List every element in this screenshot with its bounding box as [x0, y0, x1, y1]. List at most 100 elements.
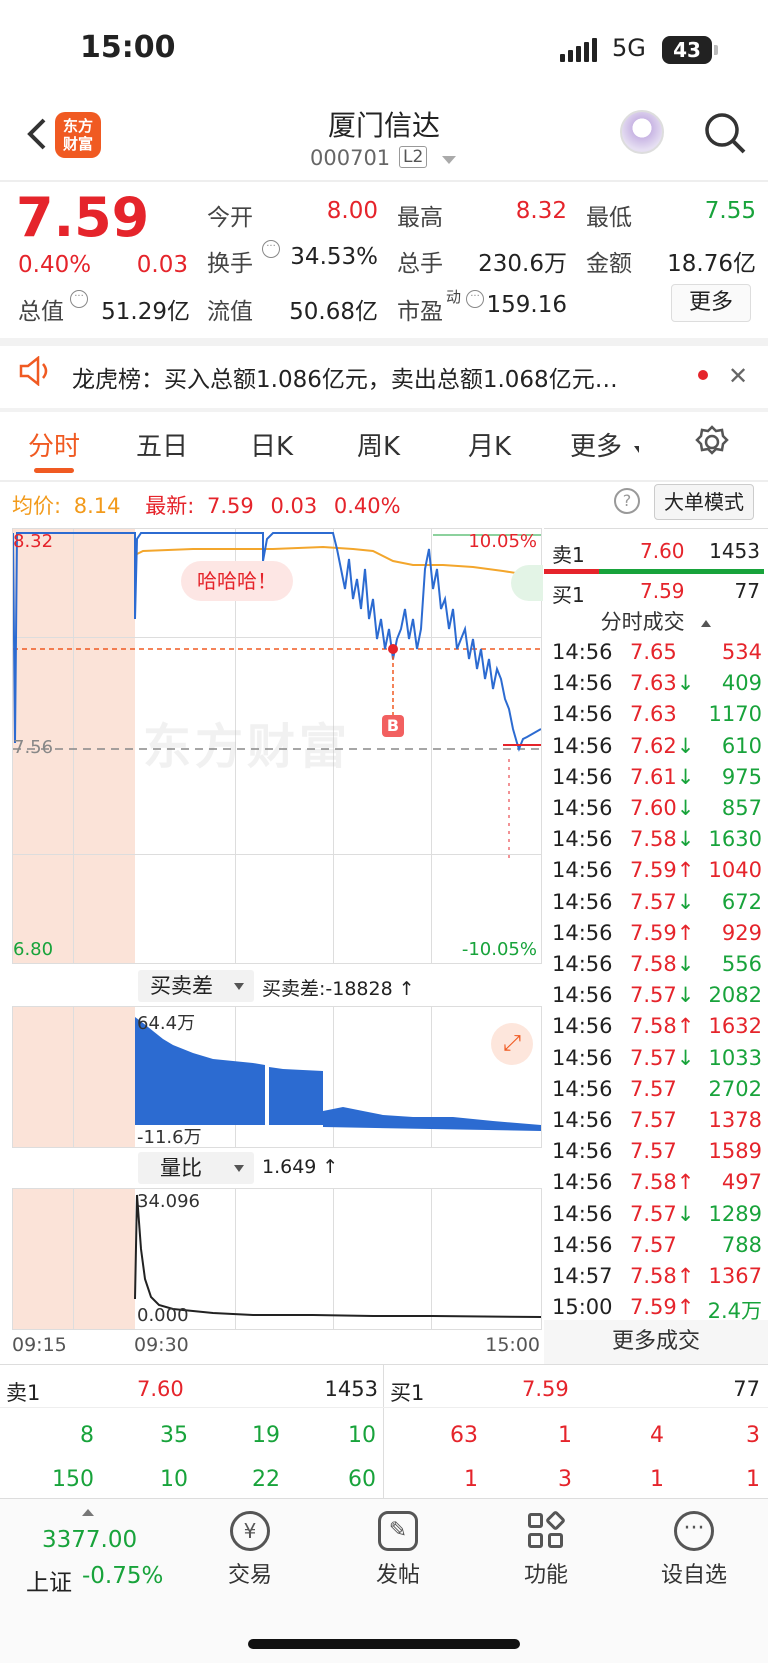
trade-time: 14:56	[552, 733, 613, 758]
high-value: 8.32	[515, 198, 567, 224]
stock-header: 东方 财富 厦门信达 000701 L2	[0, 100, 768, 180]
gear-icon[interactable]	[694, 424, 730, 460]
search-icon[interactable]	[702, 110, 748, 156]
sub-indicator-2: 量比 1.649 ↑	[12, 1148, 542, 1188]
nav-trade[interactable]: ¥ 交易	[180, 1507, 320, 1589]
intraday-chart[interactable]: 东方财富 8.32 6.80 7.56 10.05% -10.05% 哈哈哈！ …	[12, 528, 543, 964]
trade-time: 14:56	[552, 1232, 613, 1257]
yen-refresh-icon: ¥	[230, 1511, 270, 1551]
trade-time: 15:00	[552, 1295, 613, 1320]
trade-time: 14:56	[552, 827, 613, 852]
nav-watchlist[interactable]: ··· 设自选	[624, 1507, 764, 1589]
trade-volume: 1589	[708, 1139, 762, 1164]
indicator-select-1[interactable]: 买卖差	[138, 970, 254, 1002]
intraday-info: 均价: 8.14 最新: 7.59 0.03 0.40% ? 大单模式	[12, 484, 762, 524]
index-value: 3377.00	[42, 1527, 138, 1553]
trade-row: 14:56 7.57 1589	[542, 1139, 762, 1170]
pe-label: 市盈	[397, 299, 443, 325]
side-order-book: 卖1 7.60 1453 买1 7.59 77	[544, 528, 768, 607]
sub-indicator-1: 买卖差 买卖差:-18828 ↑	[12, 966, 542, 1006]
chevron-down-icon[interactable]	[442, 156, 456, 164]
nav-function[interactable]: 功能	[476, 1507, 616, 1589]
trade-volume: 1632	[708, 1014, 762, 1039]
buy-marker[interactable]: B	[382, 715, 404, 737]
signal-icon	[560, 38, 600, 62]
bottom-buy-vol: 77	[733, 1377, 760, 1401]
axis-mid: 7.56	[13, 737, 54, 758]
trade-row: 14:56 7.57 788	[542, 1233, 762, 1264]
buy-cell: 4	[650, 1423, 664, 1448]
sell-cell: 10	[160, 1467, 188, 1492]
trades-title-bar[interactable]: 分时成交	[544, 606, 768, 642]
float-value: 50.68亿	[289, 299, 378, 325]
indicator-select-2[interactable]: 量比	[138, 1152, 254, 1184]
trade-direction-icon: ↓	[676, 1201, 695, 1226]
robot-assistant-icon[interactable]	[620, 110, 664, 154]
trade-volume: 497	[721, 1170, 762, 1195]
trade-price: 7.57	[630, 889, 677, 914]
buy-cell: 3	[746, 1423, 760, 1448]
tab-month-k[interactable]: 月K	[468, 426, 511, 463]
trade-price-cell: 7.61↓	[630, 765, 720, 789]
info-dots-icon[interactable]: ···	[262, 240, 280, 258]
edge-tag[interactable]	[511, 565, 543, 601]
trade-direction-icon: ↓	[676, 889, 695, 914]
trade-price: 7.58	[630, 1170, 677, 1195]
info-dots-icon[interactable]: ···	[70, 290, 88, 308]
news-text[interactable]: 龙虎榜：买入总额1.086亿元，卖出总额1.068亿元…	[72, 360, 672, 394]
nav-watchlist-label: 设自选	[660, 1563, 727, 1588]
bottom-sell-vol: 1453	[324, 1377, 378, 1401]
trade-row: 14:56 7.63 1170	[542, 702, 762, 733]
expand-icon[interactable]: ⤢	[491, 1023, 533, 1065]
trade-row: 14:56 7.62↓ 610	[542, 734, 762, 765]
trade-direction-icon: ↑	[676, 858, 695, 883]
side-sell-vol: 1453	[709, 539, 760, 563]
side-buy-price: 7.59	[640, 579, 685, 603]
news-banner[interactable]: 龙虎榜：买入总额1.086亿元，卖出总额1.068亿元… ✕	[0, 340, 768, 408]
buy-cell: 1	[650, 1467, 664, 1492]
comment-bubble[interactable]: 哈哈哈！	[181, 561, 293, 601]
low-value: 7.55	[704, 198, 756, 224]
buy-cell: 1	[746, 1467, 760, 1492]
volume-value: 230.6万	[478, 251, 567, 277]
trade-direction-icon: ↑	[676, 920, 695, 945]
bottom-sell-label: 卖1	[6, 1381, 41, 1405]
help-icon[interactable]: ?	[614, 488, 640, 514]
more-trades-button[interactable]: 更多成交	[544, 1320, 768, 1364]
close-icon[interactable]: ✕	[728, 362, 748, 390]
nav-post[interactable]: ✎ 发帖	[328, 1507, 468, 1589]
trade-time: 14:56	[552, 858, 613, 883]
tab-5day[interactable]: 五日	[136, 426, 188, 463]
trade-volume: 610	[721, 733, 762, 758]
sell-cell: 19	[252, 1423, 280, 1448]
trade-row: 14:56 7.57 2702	[542, 1077, 762, 1108]
axis-high-pct: 10.05%	[468, 531, 537, 552]
index-ticker[interactable]: 3377.00 上证 -0.75%	[20, 1507, 180, 1597]
sell-cell: 22	[252, 1467, 280, 1492]
tab-intraday[interactable]: 分时	[28, 426, 80, 463]
trades-list[interactable]: 14:56 7.65 534 14:56 7.63↓ 409 14:56 7.63 1170 14…	[542, 640, 762, 1323]
axis-low: 6.80	[13, 939, 54, 960]
open-value: 8.00	[326, 198, 378, 224]
trade-price-cell: 7.59↑	[630, 858, 720, 882]
trade-row: 14:56 7.58↓ 556	[542, 952, 762, 983]
more-button[interactable]: 更多	[671, 284, 751, 322]
tab-more[interactable]: 更多	[570, 426, 622, 463]
axis-low-pct: -10.05%	[461, 939, 537, 960]
side-buy-vol: 77	[734, 579, 760, 603]
big-order-mode-button[interactable]: 大单模式	[654, 484, 754, 520]
trade-price: 7.57	[630, 1108, 677, 1132]
latest-pct: 0.40%	[333, 494, 401, 518]
bottom-book-divider	[383, 1365, 384, 1499]
indicator-2-bottom: 0.000	[137, 1305, 189, 1326]
sell-cell: 150	[52, 1467, 94, 1492]
tab-day-k[interactable]: 日K	[250, 426, 293, 463]
quote-panel: 7.59 0.40% 0.03 总值 ··· 51.29亿 今开 8.00 最高…	[0, 180, 768, 340]
trade-row: 14:56 7.61↓ 975	[542, 765, 762, 796]
trade-time: 14:56	[552, 1014, 613, 1039]
trade-volume: 556	[721, 952, 762, 976]
tab-week-k[interactable]: 周K	[357, 426, 400, 463]
latest-label: 最新:	[145, 494, 195, 518]
trade-price-cell: 7.58↑	[630, 1014, 720, 1038]
trade-price-cell: 7.60↓	[630, 796, 720, 820]
